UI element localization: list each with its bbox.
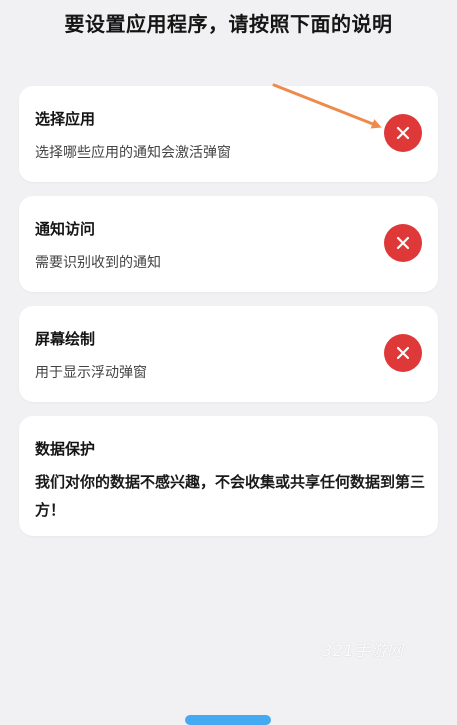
- permission-card-screen-overlay[interactable]: 屏幕绘制 用于显示浮动弹窗: [19, 306, 438, 402]
- data-protection-card: 数据保护 我们对你的数据不感兴趣，不会收集或共享任何数据到第三方！: [19, 416, 438, 536]
- card-description: 选择哪些应用的通知会激活弹窗: [35, 145, 231, 161]
- permission-status-button[interactable]: [384, 334, 422, 372]
- watermark: 321手游网: [322, 641, 404, 660]
- card-description: 我们对你的数据不感兴趣，不会收集或共享任何数据到第三方！: [35, 473, 426, 519]
- close-icon: [396, 126, 410, 140]
- page-title: 要设置应用程序，请按照下面的说明: [64, 12, 393, 36]
- permission-card-notification-access[interactable]: 通知访问 需要识别收到的通知: [19, 196, 438, 292]
- card-description: 用于显示浮动弹窗: [35, 365, 147, 381]
- permission-status-button[interactable]: [384, 114, 422, 152]
- close-icon: [396, 236, 410, 250]
- card-description: 需要识别收到的通知: [35, 255, 161, 271]
- permission-status-button[interactable]: [384, 224, 422, 262]
- bottom-action-bar[interactable]: [185, 715, 271, 725]
- permission-card-select-apps[interactable]: 选择应用 选择哪些应用的通知会激活弹窗: [19, 86, 438, 182]
- card-title: 选择应用: [35, 110, 96, 128]
- card-title: 通知访问: [35, 220, 96, 238]
- close-icon: [396, 346, 410, 360]
- card-title: 数据保护: [35, 440, 96, 458]
- card-title: 屏幕绘制: [35, 330, 96, 348]
